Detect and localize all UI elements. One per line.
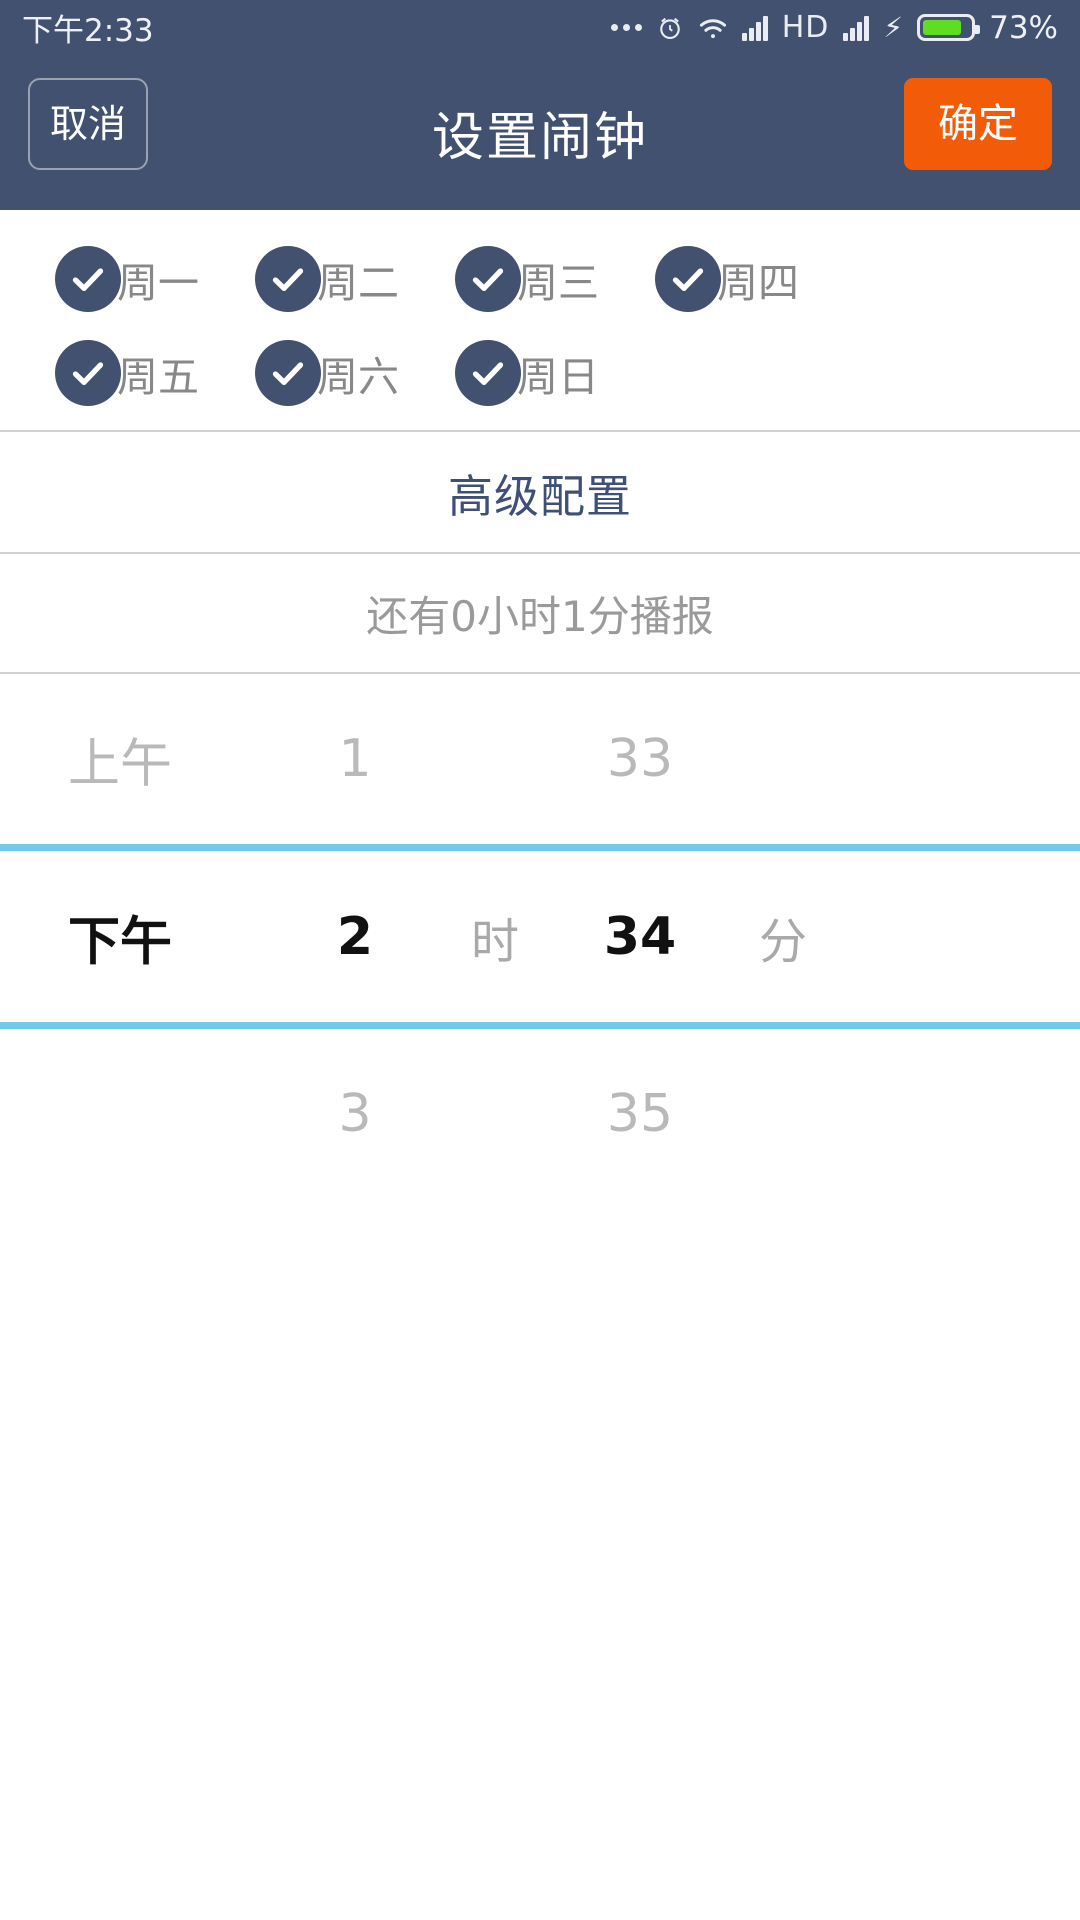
weekday-item-wednesday[interactable]: 周三	[400, 246, 600, 312]
check-circle-icon[interactable]	[455, 340, 521, 406]
picker-ampm-above[interactable]: 上午	[30, 722, 210, 797]
picker-hour-unit-label: 时	[470, 913, 519, 970]
countdown-text: 还有0小时1分播报	[366, 591, 714, 641]
weekday-row-1: 周一 周二 周三 周四	[0, 232, 1080, 326]
weekday-label: 周四	[717, 259, 799, 307]
picker-row-selected[interactable]: 下午 2 时 34 分	[0, 851, 1080, 1022]
weekday-label: 周一	[117, 259, 199, 307]
weekday-selector: 周一 周二 周三 周四 周五 周六 周日	[0, 210, 1080, 430]
picker-hour-selected[interactable]: 2	[290, 907, 420, 967]
weekday-label: 周二	[317, 259, 399, 307]
battery-icon	[917, 14, 981, 41]
picker-row-above[interactable]: 上午 1 33	[0, 674, 1080, 844]
battery-percent: 73%	[989, 9, 1058, 46]
picker-highlight-line-top	[0, 844, 1080, 851]
check-circle-icon[interactable]	[255, 340, 321, 406]
check-circle-icon[interactable]	[455, 246, 521, 312]
wifi-icon	[698, 15, 728, 41]
picker-hour-below[interactable]: 3	[290, 1084, 420, 1144]
more-dots-icon	[610, 24, 642, 31]
check-circle-icon[interactable]	[55, 246, 121, 312]
picker-minute-unit-label: 分	[758, 913, 807, 970]
weekday-item-tuesday[interactable]: 周二	[200, 246, 400, 312]
picker-minute-above[interactable]: 33	[570, 729, 710, 789]
weekday-label: 周三	[517, 259, 599, 307]
app-header: 取消 设置闹钟 确定	[0, 55, 1080, 210]
alarm-settings-screen: 下午2:33 HD ⚡ 73% 取消 设置闹钟 确定 周一 周二 周三 周四 周…	[0, 0, 1080, 1920]
time-picker[interactable]: 上午 1 33 下午 2 时 34 分 3 35	[0, 674, 1080, 1294]
weekday-label: 周日	[517, 353, 599, 401]
picker-ampm-selected[interactable]: 下午	[30, 899, 210, 974]
check-circle-icon[interactable]	[655, 246, 721, 312]
weekday-row-2: 周五 周六 周日	[0, 326, 1080, 420]
signal-icon	[741, 15, 768, 41]
advanced-settings-link[interactable]: 高级配置	[0, 432, 1080, 552]
check-circle-icon[interactable]	[255, 246, 321, 312]
weekday-item-monday[interactable]: 周一	[0, 246, 200, 312]
signal-icon-2	[843, 15, 870, 41]
weekday-label: 周五	[117, 353, 199, 401]
check-circle-icon[interactable]	[55, 340, 121, 406]
picker-highlight-line-bottom	[0, 1022, 1080, 1029]
picker-minute-below[interactable]: 35	[570, 1084, 710, 1144]
picker-row-below[interactable]: 3 35	[0, 1029, 1080, 1199]
status-bar: 下午2:33 HD ⚡ 73%	[0, 0, 1080, 55]
charging-bolt-icon: ⚡	[883, 10, 904, 44]
weekday-item-thursday[interactable]: 周四	[600, 246, 800, 312]
weekday-item-sunday[interactable]: 周日	[400, 340, 600, 406]
status-bar-time: 下午2:33	[22, 13, 154, 49]
weekday-label: 周六	[317, 353, 399, 401]
hd-icon: HD	[781, 10, 830, 45]
status-bar-icons: HD ⚡ 73%	[610, 9, 1058, 46]
weekday-item-friday[interactable]: 周五	[0, 340, 200, 406]
picker-minute-selected[interactable]: 34	[570, 907, 710, 967]
alarm-icon	[656, 14, 684, 42]
weekday-item-saturday[interactable]: 周六	[200, 340, 400, 406]
picker-hour-above[interactable]: 1	[290, 729, 420, 789]
confirm-button[interactable]: 确定	[904, 78, 1052, 170]
